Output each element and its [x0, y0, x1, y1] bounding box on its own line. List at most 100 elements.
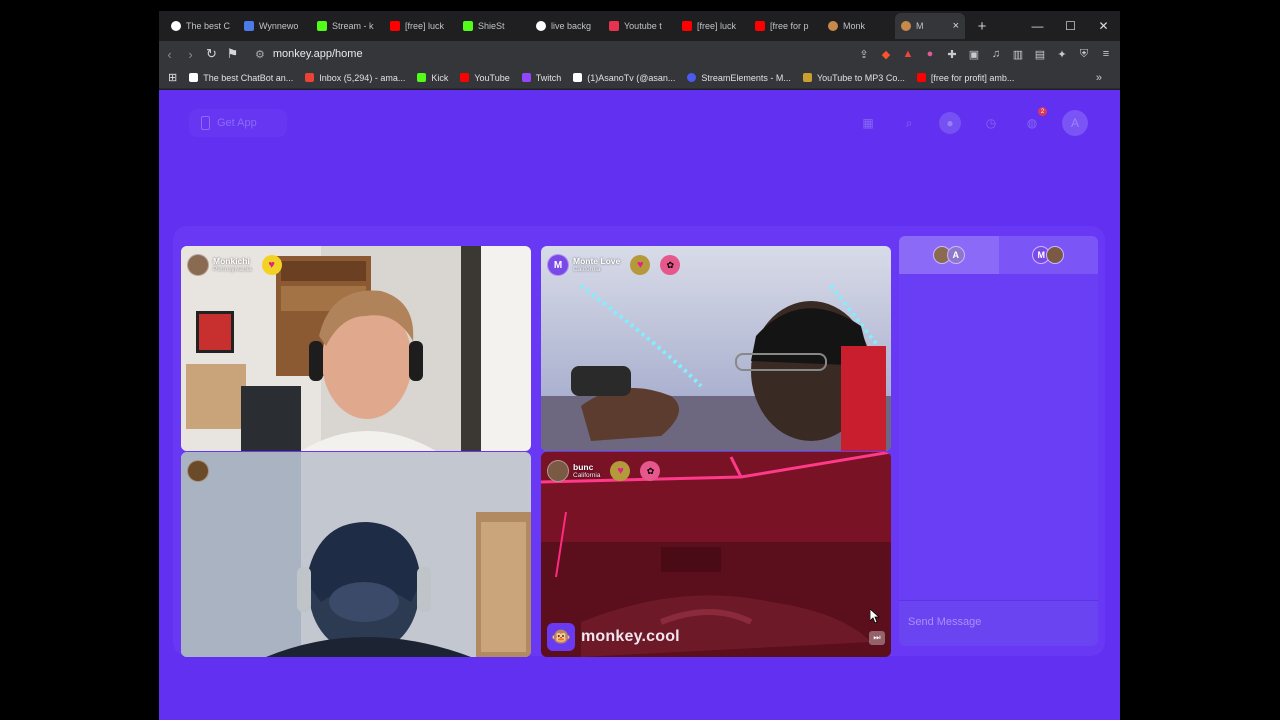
get-app-button[interactable]: Get App	[189, 109, 287, 137]
user-avatar	[1046, 246, 1065, 264]
video-tile-monte-love[interactable]: M Monte Love California ♥ ✿	[541, 246, 891, 451]
kick-icon	[417, 73, 427, 82]
browser-tab[interactable]: live backg	[530, 13, 603, 39]
apps-grid-icon[interactable]: ⊞	[165, 71, 180, 84]
reader-icon[interactable]: ▥	[1010, 45, 1026, 63]
share-icon[interactable]: ⇪	[856, 45, 872, 63]
video-tile-bunc[interactable]: bunc California ♥ ✿ 🐵 monkey.cool ⏭	[541, 452, 891, 657]
google-icon	[536, 21, 546, 31]
top-nav-icons: ▦ ⌕ ● ◷ ◍ 2 A	[857, 107, 1088, 136]
user-chip: bunc California ♥ ✿	[547, 460, 661, 482]
bookmark-item[interactable]: [free for profit] amb...	[914, 73, 1018, 83]
heart-icon[interactable]: ♥	[610, 461, 631, 481]
browser-tab[interactable]: [free for p	[749, 13, 822, 39]
shop-icon[interactable]: ▦	[857, 112, 879, 134]
send-message-input[interactable]: Send Message	[899, 600, 1098, 646]
bookmark-item[interactable]: (1)AsanoTv (@asan...	[570, 73, 678, 83]
monkey-logo-icon: 🐵	[547, 623, 575, 651]
gmail-icon	[305, 73, 315, 82]
user-chip	[187, 460, 209, 482]
video-tile-self[interactable]	[181, 452, 531, 657]
chat-icon[interactable]: ◍ 2	[1021, 107, 1047, 134]
youtube-icon	[755, 21, 765, 31]
new-tab-button[interactable]: +	[973, 18, 991, 35]
bookmark-item[interactable]: YouTube to MP3 Co...	[800, 73, 908, 83]
browser-tab[interactable]: Stream - k	[311, 13, 384, 39]
gift-icon[interactable]: ✿	[660, 255, 681, 275]
maximize-icon[interactable]: ☐	[1054, 11, 1087, 41]
brave-rewards-icon[interactable]: ▲	[900, 45, 916, 63]
user-avatar	[547, 460, 569, 482]
user-location: Pennsylvania	[213, 265, 252, 273]
tab-strip: The best C Wynnewo Stream - k [free] luc…	[159, 11, 1120, 41]
forward-icon[interactable]: ›	[180, 43, 201, 65]
vpn-icon[interactable]: ⛨	[1076, 45, 1092, 63]
bookmark-item[interactable]: The best ChatBot an...	[186, 73, 296, 83]
browser-tab[interactable]: [free] luck	[384, 13, 457, 39]
chat-tab-2[interactable]: M	[998, 236, 1098, 274]
bookmarks-bar: ⊞ The best ChatBot an... Inbox (5,294) -…	[159, 67, 1120, 89]
browser-window: The best C Wynnewo Stream - k [free] luc…	[159, 11, 1120, 720]
wallet-icon[interactable]: ▤	[1032, 45, 1048, 63]
browser-tab-active[interactable]: M ×	[895, 13, 965, 39]
bookmark-item[interactable]: Kick	[414, 73, 451, 83]
bookmark-item[interactable]: Inbox (5,294) - ama...	[302, 73, 408, 83]
heart-icon[interactable]: ♥	[261, 255, 282, 275]
address-bar[interactable]: ⚙ monkey.app/home	[255, 48, 815, 61]
history-icon[interactable]: ◷	[980, 112, 1002, 134]
user-name: Monte Love	[573, 256, 621, 266]
browser-tab[interactable]: Wynnewo	[238, 13, 311, 39]
puzzle-icon[interactable]: ✚	[944, 45, 960, 63]
browser-tab[interactable]: Youtube t	[603, 13, 676, 39]
skip-icon[interactable]: ⏭	[869, 631, 885, 645]
minimize-icon[interactable]: —	[1021, 11, 1054, 41]
tiktok-icon	[573, 73, 583, 82]
video-tile-monkichi[interactable]: Monkichi Pennsylvania ♥	[181, 246, 531, 451]
site-info-icon[interactable]: ⚙	[255, 48, 265, 61]
user-avatar	[187, 460, 209, 482]
mp3-icon	[802, 73, 812, 82]
chat-tab-1[interactable]: A	[899, 236, 999, 274]
browser-toolbar: ‹ › ↻ ⚑ ⚙ monkey.app/home ⇪ ◆ ▲ ● ✚ ▣ ♫ …	[159, 41, 1120, 67]
bookmark-item[interactable]: StreamElements - M...	[684, 73, 794, 83]
leo-ai-icon[interactable]: ✦	[1054, 45, 1070, 63]
close-window-icon[interactable]: ✕	[1087, 11, 1120, 41]
chat-tabs: A M	[899, 236, 1098, 274]
menu-icon[interactable]: ≡	[1098, 45, 1114, 63]
heart-icon[interactable]: ♥	[630, 255, 651, 275]
user-location: California	[573, 471, 601, 479]
window-controls: — ☐ ✕	[1021, 11, 1120, 41]
friends-icon[interactable]: ●	[939, 112, 961, 134]
youtube-icon	[390, 21, 400, 31]
tab-favicon-icon	[171, 21, 181, 31]
brand-watermark: 🐵 monkey.cool	[547, 623, 680, 651]
brave-shield-icon[interactable]: ◆	[878, 45, 894, 63]
bookmark-item[interactable]: YouTube	[457, 73, 512, 83]
browser-tab[interactable]: Monk	[822, 13, 895, 39]
music-icon[interactable]: ♫	[988, 45, 1004, 63]
browser-tab[interactable]: [free] luck	[676, 13, 749, 39]
gift-icon[interactable]: ✿	[640, 461, 661, 481]
browser-tab[interactable]: ShieSt	[457, 13, 530, 39]
toolbar-icons: ⇪ ◆ ▲ ● ✚ ▣ ♫ ▥ ▤ ✦ ⛨ ≡	[856, 45, 1120, 63]
user-chip: M Monte Love California ♥ ✿	[547, 254, 681, 276]
reload-icon[interactable]: ↻	[201, 43, 222, 65]
video-feed	[181, 246, 531, 451]
extension-icon[interactable]: ●	[922, 45, 938, 63]
close-tab-icon[interactable]: ×	[953, 20, 959, 32]
profile-avatar[interactable]: A	[1062, 110, 1088, 136]
bookmark-item[interactable]: Twitch	[519, 73, 565, 83]
bookmark-icon[interactable]: ⚑	[222, 43, 243, 65]
sidebar-toggle-icon[interactable]: ▣	[966, 45, 982, 63]
user-chip: Monkichi Pennsylvania ♥	[187, 254, 282, 276]
search-icon[interactable]: ⌕	[898, 112, 920, 134]
user-name: bunc	[573, 462, 594, 472]
tab-favicon-icon	[244, 21, 254, 31]
user-name: Monkichi	[213, 256, 250, 266]
brand-text: monkey.cool	[581, 628, 680, 645]
streamelements-icon	[687, 73, 697, 82]
browser-tab[interactable]: The best C	[165, 13, 238, 39]
user-location: California	[573, 265, 601, 273]
back-icon[interactable]: ‹	[159, 43, 180, 65]
more-bookmarks-icon[interactable]: »	[1096, 72, 1120, 84]
